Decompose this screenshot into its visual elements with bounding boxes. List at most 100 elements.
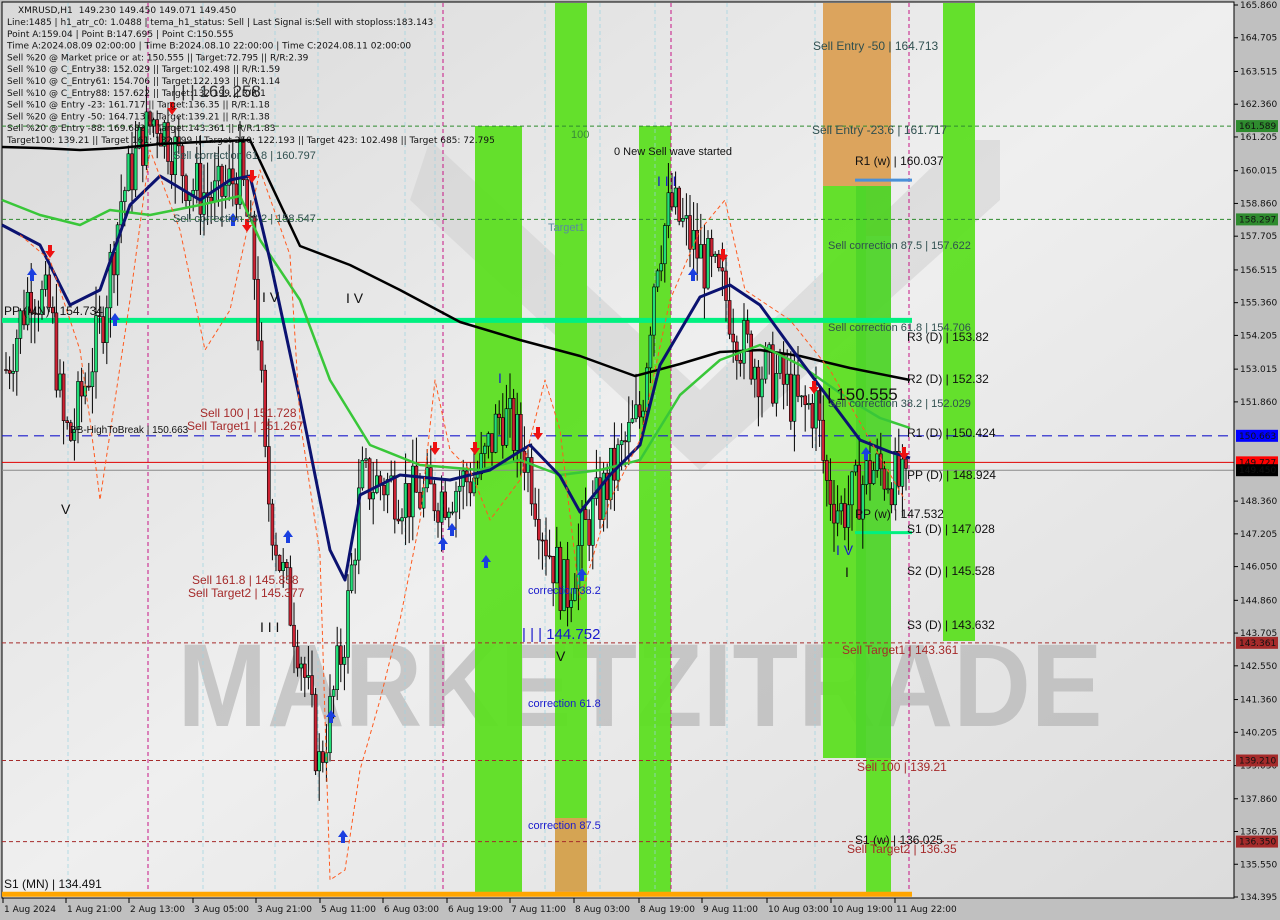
- candle-body: [396, 518, 401, 522]
- candle-body: [493, 413, 498, 453]
- candle-body: [904, 458, 908, 469]
- level-label-r1-w: R1 (w) | 160.037: [855, 154, 944, 168]
- time-tick-label: 7 Aug 11:00: [511, 905, 566, 915]
- candle-body: [295, 646, 300, 669]
- candle-body: [195, 162, 199, 191]
- time-tick-label: 6 Aug 03:00: [384, 905, 439, 915]
- candle-body: [123, 190, 127, 202]
- candle-body: [824, 460, 829, 481]
- candle-body: [54, 312, 59, 391]
- candle-body: [752, 366, 757, 380]
- candle-body: [868, 460, 872, 484]
- candle-body: [306, 675, 311, 678]
- correction-label-875: correction 87.5: [528, 820, 601, 832]
- candle-body: [590, 498, 595, 546]
- candle-body: [677, 187, 682, 222]
- candle-body: [184, 175, 188, 201]
- candle-body: [256, 279, 260, 342]
- time-tick-label: 11 Aug 22:00: [896, 905, 957, 915]
- candle-body: [133, 147, 138, 191]
- fib-label-100: 100: [571, 129, 589, 141]
- old-label-sell-100: Sell 100 | 151.728: [200, 406, 297, 420]
- candle-body: [576, 545, 581, 589]
- price-tick-label: 158.860: [1240, 199, 1277, 209]
- candle-body: [446, 511, 451, 518]
- level-label-sell-100: Sell 100 | 139.21: [857, 760, 947, 774]
- wave-label: V: [556, 648, 566, 664]
- zone-band: [866, 758, 891, 892]
- level-label-r2-d: R2 (D) | 152.32: [907, 372, 989, 386]
- candle-body: [317, 751, 322, 772]
- candle-body: [457, 485, 462, 492]
- candle-body: [832, 503, 836, 524]
- price-tick-label: 160.015: [1240, 167, 1277, 177]
- candle-body: [626, 422, 631, 443]
- price-tick-label: 163.515: [1240, 67, 1277, 77]
- old-label-sell-1618: Sell 161.8 | 145.838: [192, 573, 299, 587]
- candle-body: [583, 509, 588, 520]
- old-label-corr-618: Sell correction 61.8 | 160.797: [173, 150, 316, 162]
- candle-body: [547, 555, 552, 558]
- price-chart[interactable]: MARKETZITRADE Sell Entry -50 | 164.713Se…: [0, 0, 1280, 920]
- candle-body: [461, 470, 466, 487]
- wave-label: I I I: [260, 619, 279, 635]
- candle-body: [335, 645, 340, 690]
- candle-body: [346, 590, 350, 658]
- candle-body: [688, 215, 692, 250]
- candle-body: [619, 440, 624, 446]
- level-label-high-to-break: BB-HighToBreak | 150.663: [70, 425, 189, 436]
- price-tick-label: 154.205: [1240, 331, 1277, 341]
- candle-body: [43, 274, 48, 290]
- candle-body: [443, 491, 448, 518]
- old-label-sell-target2: Sell Target2 | 145.377: [188, 586, 305, 600]
- candle-body: [169, 161, 174, 176]
- candle-body: [731, 333, 736, 343]
- candle-body: [328, 696, 332, 754]
- candle-body: [763, 348, 768, 380]
- candle-body: [79, 381, 84, 397]
- price-tick-label: 155.360: [1240, 299, 1277, 309]
- level-label-sell-corr-875: Sell correction 87.5 | 157.622: [828, 240, 971, 252]
- candle-body: [896, 450, 901, 487]
- candle-body: [702, 244, 707, 289]
- candle-body: [616, 444, 620, 481]
- candle-body: [587, 519, 592, 546]
- candle-body: [659, 263, 664, 272]
- price-tick-label: 135.550: [1240, 860, 1277, 870]
- price-tick-label: 153.015: [1240, 365, 1277, 375]
- price-tick-label: 161.205: [1240, 133, 1277, 143]
- candle-body: [234, 183, 239, 205]
- candle-body: [580, 509, 584, 546]
- candle-body: [900, 458, 905, 487]
- info-line: Point A:159.04 | Point B:147.695 | Point…: [7, 30, 234, 40]
- candle-body: [223, 184, 228, 197]
- candle-body: [893, 450, 898, 506]
- price-tick-label: 134.395: [1240, 893, 1277, 903]
- candle-body: [803, 395, 808, 406]
- price-tick-label: 162.360: [1240, 100, 1277, 110]
- wave-label: I V: [346, 290, 364, 306]
- candle-body: [61, 373, 66, 421]
- candle-body: [482, 445, 487, 454]
- candle-body: [875, 453, 880, 471]
- price-badge-label: 139.210: [1239, 756, 1276, 766]
- candle-body: [320, 751, 325, 763]
- candle-body: [652, 286, 656, 336]
- candle-body: [774, 373, 779, 404]
- candle-body: [760, 378, 764, 398]
- info-line: Target100: 139.21 || Target 161: 132.199…: [6, 136, 495, 146]
- price-tick-label: 141.360: [1240, 696, 1277, 706]
- candle-body: [749, 333, 754, 380]
- wave-label: I V: [262, 289, 280, 305]
- candle-body: [400, 517, 404, 522]
- wave-label: I: [498, 370, 502, 386]
- level-label-s1-d: S1 (D) | 147.028: [907, 522, 995, 536]
- candle-body: [727, 300, 732, 335]
- candle-body: [720, 267, 725, 272]
- candle-body: [338, 645, 343, 665]
- candle-body: [864, 460, 869, 485]
- candle-body: [198, 162, 203, 215]
- candle-body: [518, 414, 523, 452]
- candle-body: [231, 168, 235, 185]
- candle-body: [4, 369, 8, 371]
